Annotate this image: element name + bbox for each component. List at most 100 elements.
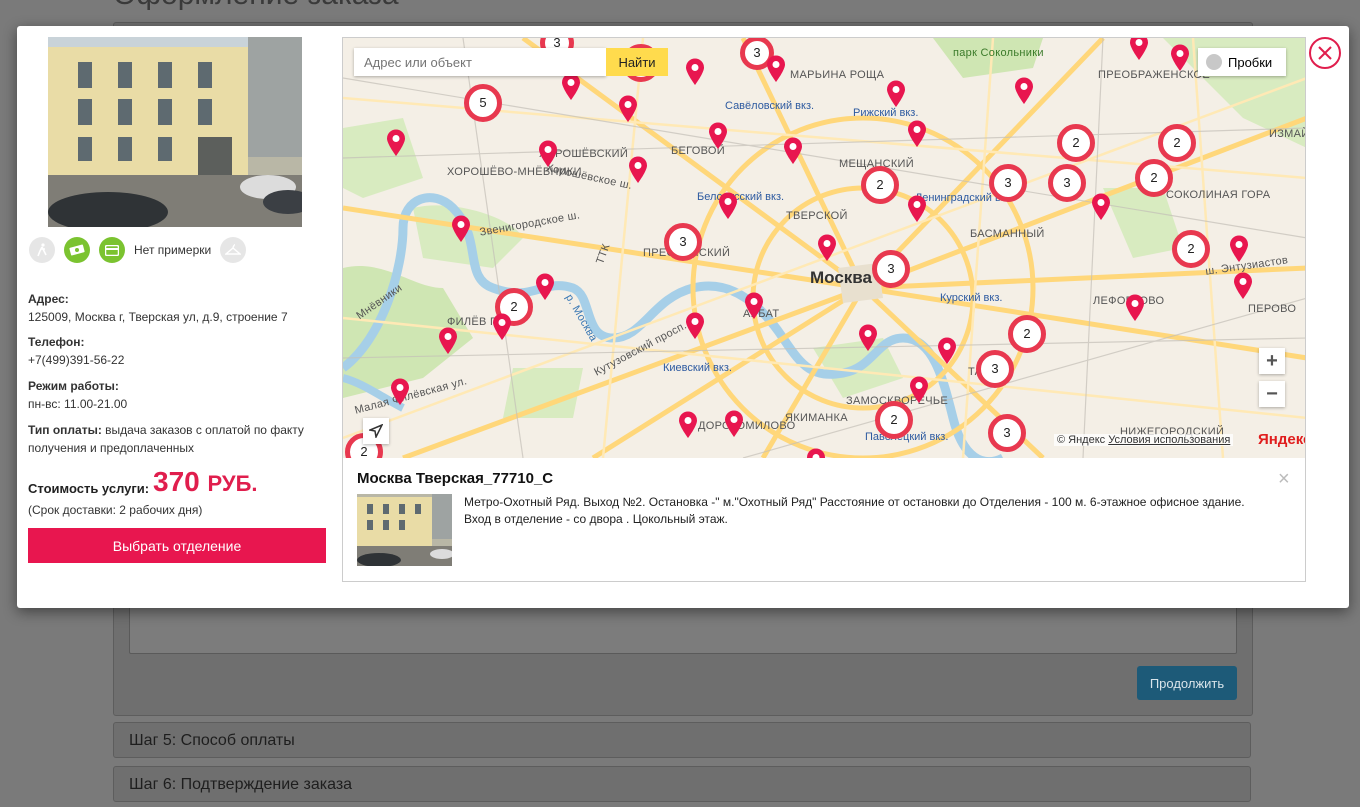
- pickup-point-pin[interactable]: [628, 156, 648, 184]
- step-payment-method[interactable]: Шаг 5: Способ оплаты: [113, 722, 1251, 758]
- map-label-sokolinaya: СОКОЛИНАЯ ГОРА: [1166, 189, 1271, 201]
- hanger-icon: [220, 237, 247, 263]
- balloon-title: Москва Тверская_77710_С: [357, 470, 554, 487]
- map-label-tverskoy: ТВЕРСКОЙ: [786, 210, 848, 222]
- address-value: 125009, Москва г, Тверская ул, д.9, стро…: [28, 310, 288, 324]
- pickup-point-pin[interactable]: [618, 95, 638, 123]
- zoom-in-button[interactable]: +: [1259, 348, 1285, 374]
- map-pin-icon: [391, 378, 409, 405]
- map-cluster[interactable]: 3: [664, 223, 702, 261]
- map-cluster[interactable]: 2: [1172, 230, 1210, 268]
- geolocation-button[interactable]: [363, 418, 389, 444]
- map-pin-icon: [1015, 77, 1033, 104]
- pickup-point-pin[interactable]: [1125, 294, 1145, 322]
- map-pin-icon: [818, 234, 836, 261]
- pickup-point-pin[interactable]: [1091, 193, 1111, 221]
- continue-button[interactable]: Продолжить: [1137, 666, 1237, 700]
- map-pin-icon: [387, 129, 405, 156]
- pickup-point-pin[interactable]: [1229, 235, 1249, 263]
- pickup-point-pin[interactable]: [535, 273, 555, 301]
- pickup-point-pin[interactable]: [907, 120, 927, 148]
- map-search-input[interactable]: [354, 48, 606, 76]
- map-pin-icon: [1234, 272, 1252, 299]
- map-pin-icon: [938, 337, 956, 364]
- pickup-point-pin[interactable]: [386, 129, 406, 157]
- pickup-point-pin[interactable]: [806, 448, 826, 458]
- map-label-savelovsky: Савёловский вкз.: [725, 100, 815, 112]
- map-pin-icon: [1126, 294, 1144, 321]
- pickup-point-pin[interactable]: [783, 137, 803, 165]
- terms-of-use-link[interactable]: Условия использования: [1108, 434, 1230, 446]
- yandex-map[interactable]: парк Сокольники МАРЬИНА РОЩА ПРЕОБРАЖЕНС…: [343, 38, 1306, 458]
- pickup-point-pin[interactable]: [451, 215, 471, 243]
- map-pin-icon: [679, 411, 697, 438]
- pickup-point-pin[interactable]: [744, 292, 764, 320]
- pickup-point-pin[interactable]: [937, 337, 957, 365]
- pickup-point-pin[interactable]: [1129, 38, 1149, 61]
- map-label-rizhsky: Рижский вкз.: [853, 107, 919, 119]
- zoom-out-button[interactable]: −: [1259, 381, 1285, 407]
- map-label-maryina: МАРЬИНА РОЩА: [790, 69, 885, 81]
- no-fitting-label: Нет примерки: [134, 243, 212, 257]
- pickup-point-pin[interactable]: [718, 192, 738, 220]
- pickup-point-pin[interactable]: [886, 80, 906, 108]
- map-pin-icon: [719, 192, 737, 219]
- close-modal-button[interactable]: [1309, 37, 1341, 69]
- step-confirmation[interactable]: Шаг 6: Подтверждение заказа: [113, 766, 1251, 802]
- map-cluster[interactable]: 2: [1135, 159, 1173, 197]
- map-cluster[interactable]: 2: [1008, 315, 1046, 353]
- pickup-point-pin[interactable]: [766, 55, 786, 83]
- map-pin-icon: [1130, 38, 1148, 60]
- map-cluster[interactable]: 2: [1158, 124, 1196, 162]
- pickup-point-pin[interactable]: [907, 195, 927, 223]
- map-pin-icon: [686, 58, 704, 85]
- map-cluster[interactable]: 2: [861, 166, 899, 204]
- payment-type-label: Тип оплаты:: [28, 423, 102, 437]
- map-pin-icon: [1230, 235, 1248, 262]
- pickup-point-pin[interactable]: [909, 376, 929, 404]
- pickup-point-pin[interactable]: [538, 140, 558, 168]
- pickup-point-photo: [48, 37, 302, 227]
- map-pin-icon: [619, 95, 637, 122]
- location-arrow-icon: [369, 424, 383, 438]
- pickup-point-pin[interactable]: [685, 312, 705, 340]
- pickup-point-pin[interactable]: [817, 234, 837, 262]
- walking-icon: [29, 237, 55, 263]
- pickup-point-balloon: Москва Тверская_77710_С × Метро-Охотный …: [343, 458, 1305, 581]
- pickup-point-pin[interactable]: [390, 378, 410, 406]
- payment-type-block: Тип оплаты: выдача заказов с оплатой по …: [28, 421, 313, 457]
- features-row: Нет примерки: [29, 236, 247, 264]
- map-pin-icon: [908, 195, 926, 222]
- map-cluster[interactable]: 5: [464, 84, 502, 122]
- address-block: Адрес: 125009, Москва г, Тверская ул, д.…: [28, 290, 328, 326]
- map-label-moscow: Москва: [810, 268, 872, 287]
- pickup-point-pin[interactable]: [708, 122, 728, 150]
- pickup-point-pin[interactable]: [685, 58, 705, 86]
- pickup-point-pin[interactable]: [724, 410, 744, 438]
- pickup-point-pin[interactable]: [1014, 77, 1034, 105]
- price-currency: РУБ.: [207, 471, 258, 496]
- map-search-button[interactable]: Найти: [606, 48, 668, 76]
- pickup-point-pin[interactable]: [678, 411, 698, 439]
- map-cluster[interactable]: 2: [1057, 124, 1095, 162]
- map-cluster[interactable]: 3: [872, 250, 910, 288]
- pickup-point-pin[interactable]: [561, 73, 581, 101]
- map-label-sokolniki: парк Сокольники: [953, 47, 1044, 59]
- map-cluster[interactable]: 3: [988, 414, 1026, 452]
- balloon-close-button[interactable]: ×: [1278, 468, 1290, 491]
- map-cluster[interactable]: 3: [1048, 164, 1086, 202]
- pickup-point-pin[interactable]: [438, 327, 458, 355]
- map-label-khoroshevo: ХОРОШЁВО-МНЁВНИКИ: [447, 166, 582, 178]
- map-cluster[interactable]: 2: [875, 401, 913, 439]
- map-cluster[interactable]: 3: [976, 350, 1014, 388]
- select-pickup-point-button[interactable]: Выбрать отделение: [28, 528, 326, 563]
- map-label-izmailovo: ИЗМАЙ: [1269, 128, 1306, 140]
- map-cluster[interactable]: 3: [989, 164, 1027, 202]
- pickup-point-pin[interactable]: [1170, 44, 1190, 72]
- pickup-point-pin[interactable]: [492, 313, 512, 341]
- traffic-button[interactable]: Пробки: [1198, 48, 1286, 76]
- map-pin-icon: [709, 122, 727, 149]
- pickup-point-pin[interactable]: [1233, 272, 1253, 300]
- map-label-kievsky: Киевский вкз.: [663, 362, 732, 374]
- pickup-point-pin[interactable]: [858, 324, 878, 352]
